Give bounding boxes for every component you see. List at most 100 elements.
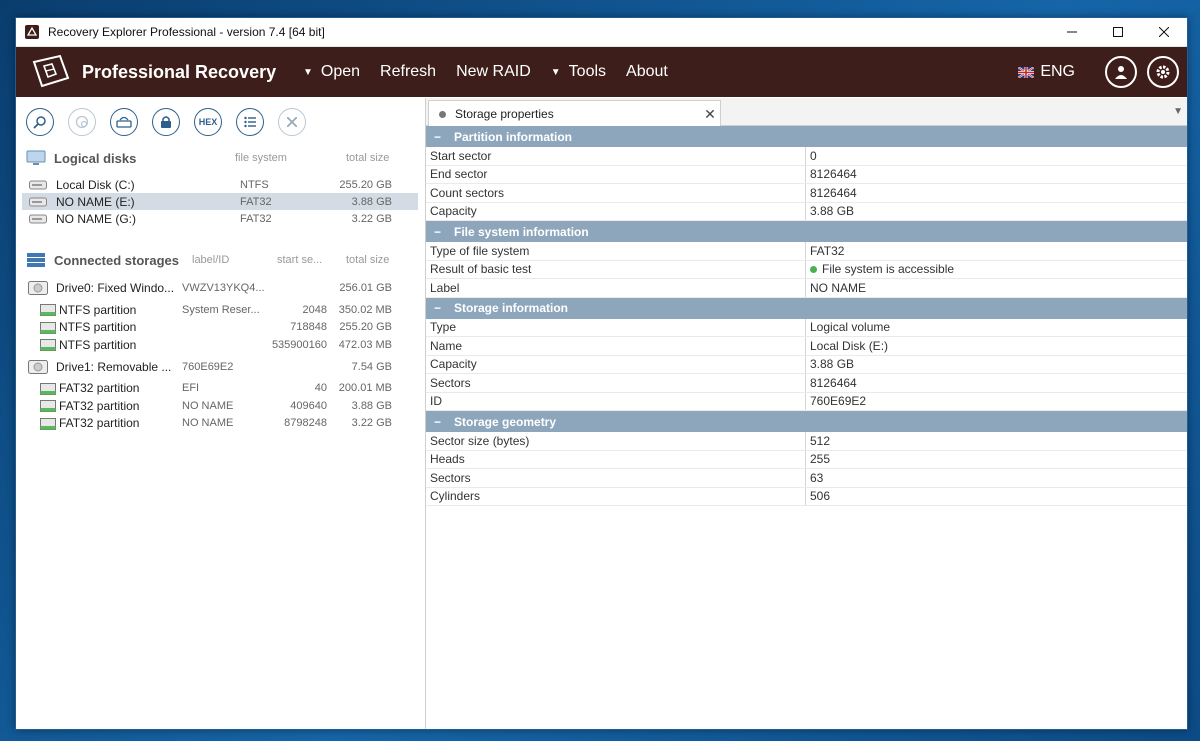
property-row[interactable]: Heads 255	[426, 450, 1187, 469]
tab-label: Storage properties	[455, 107, 554, 121]
property-row[interactable]: Type of file system FAT32	[426, 242, 1187, 261]
partition-total-size: 3.88 GB	[351, 399, 392, 412]
property-row[interactable]: Capacity 3.88 GB	[426, 202, 1187, 221]
disk-name: Local Disk (C:)	[56, 177, 135, 192]
property-row[interactable]: Cylinders 506	[426, 487, 1187, 506]
menu-refresh[interactable]: Refresh	[380, 63, 436, 81]
lock-button[interactable]	[152, 108, 180, 136]
menu-about[interactable]: About	[626, 63, 668, 81]
logical-disk-row[interactable]: NO NAME (G:) FAT32 3.22 GB	[22, 210, 418, 227]
search-button[interactable]	[26, 108, 54, 136]
partition-row[interactable]: FAT32 partition NO NAME 409640 3.88 GB	[22, 397, 418, 415]
logical-disks-title: Logical disks	[54, 150, 137, 166]
section-header[interactable]: − Partition information	[426, 126, 1187, 147]
collapse-minus-icon[interactable]: −	[434, 301, 454, 315]
app-window: Recovery Explorer Professional - version…	[15, 17, 1188, 730]
property-key: Type of file system	[426, 242, 806, 260]
property-row[interactable]: Start sector 0	[426, 147, 1187, 166]
partition-total-size: 200.01 MB	[338, 382, 392, 395]
scan-button[interactable]	[68, 108, 96, 136]
main-body: HEX Logical disks file system total size…	[16, 98, 1187, 729]
window-title: Recovery Explorer Professional - version…	[48, 25, 325, 39]
partition-total-size: 350.02 MB	[338, 303, 392, 316]
dropdown-arrow-icon: ▼	[303, 66, 313, 78]
disk-name: NO NAME (E:)	[56, 194, 135, 209]
property-row[interactable]: End sector 8126464	[426, 165, 1187, 184]
minimize-button[interactable]	[1049, 18, 1095, 47]
menu-tools[interactable]: ▼ Tools	[551, 63, 606, 81]
partition-row[interactable]: FAT32 partition NO NAME 8798248 3.22 GB	[22, 415, 418, 433]
settings-button[interactable]	[1147, 56, 1179, 88]
partition-name: FAT32 partition	[59, 416, 140, 431]
logical-disk-row[interactable]: Local Disk (C:) NTFS 255.20 GB	[22, 176, 418, 193]
close-window-button[interactable]	[1141, 18, 1187, 47]
col-label-id: label/ID	[192, 254, 230, 266]
disk-file-system: FAT32	[240, 195, 272, 208]
partition-name: NTFS partition	[59, 302, 137, 317]
right-panel: Storage properties ✕ ▼ − Partition inform…	[426, 98, 1187, 729]
partition-row[interactable]: NTFS partition 535900160 472.03 MB	[22, 336, 418, 354]
right-menu: ENG	[1018, 56, 1179, 88]
property-value: 0	[810, 148, 817, 163]
collapse-minus-icon[interactable]: −	[434, 415, 454, 429]
partition-row[interactable]: NTFS partition 718848 255.20 GB	[22, 319, 418, 337]
section-header[interactable]: − Storage geometry	[426, 411, 1187, 432]
main-menu: ▼ Open Refresh New RAID ▼ Tools About	[303, 63, 688, 81]
tab-menu-chevron-icon[interactable]: ▼	[1173, 106, 1183, 117]
disk-total-size: 255.20 GB	[339, 178, 392, 191]
property-row[interactable]: ID 760E69E2	[426, 392, 1187, 411]
property-row[interactable]: Label NO NAME	[426, 279, 1187, 298]
property-value: NO NAME	[810, 280, 867, 295]
partition-icon	[40, 304, 56, 319]
logical-disk-row[interactable]: NO NAME (E:) FAT32 3.88 GB	[22, 193, 418, 210]
partition-row[interactable]: FAT32 partition EFI 40 200.01 MB	[22, 380, 418, 398]
app-icon	[24, 24, 40, 40]
section-header[interactable]: − Storage information	[426, 297, 1187, 319]
property-row[interactable]: Capacity 3.88 GB	[426, 355, 1187, 374]
property-key: Sectors	[426, 374, 806, 392]
col-total-size: total size	[346, 254, 390, 266]
partition-start-sector: 409640	[290, 399, 327, 412]
drive-row[interactable]: Drive1: Removable ... 760E69E2 7.54 GB	[22, 357, 418, 377]
partition-label: System Reser...	[182, 303, 260, 316]
property-row[interactable]: Sectors 63	[426, 469, 1187, 488]
section-header[interactable]: − File system information	[426, 221, 1187, 242]
property-key: Cylinders	[426, 487, 806, 505]
property-key: Count sectors	[426, 184, 806, 202]
partition-start-sector: 2048	[302, 303, 327, 316]
maximize-button[interactable]	[1095, 18, 1141, 47]
drive-total-size: 256.01 GB	[339, 282, 392, 294]
menu-open[interactable]: ▼ Open	[303, 63, 360, 81]
disk-image-icon	[116, 116, 132, 128]
list-view-button[interactable]	[236, 108, 264, 136]
property-row[interactable]: Sectors 8126464	[426, 374, 1187, 393]
account-button[interactable]	[1105, 56, 1137, 88]
tab-storage-properties[interactable]: Storage properties ✕	[428, 100, 721, 127]
partition-row[interactable]: NTFS partition System Reser... 2048 350.02 …	[22, 301, 418, 319]
drive-icon	[28, 179, 48, 193]
menu-label: Open	[320, 63, 361, 80]
property-key: Start sector	[426, 147, 806, 165]
property-row[interactable]: Sector size (bytes) 512	[426, 432, 1187, 451]
collapse-minus-icon[interactable]: −	[434, 130, 454, 144]
property-value: 8126464	[810, 185, 857, 200]
property-row[interactable]: Type Logical volume	[426, 318, 1187, 337]
property-value: 760E69E2	[810, 394, 867, 409]
hex-view-button[interactable]: HEX	[194, 108, 222, 136]
close-button[interactable]	[278, 108, 306, 136]
menu-new-raid[interactable]: New RAID	[456, 63, 531, 81]
close-tab-icon[interactable]: ✕	[700, 106, 720, 123]
create-image-button[interactable]	[110, 108, 138, 136]
drive-total-size: 7.54 GB	[351, 360, 392, 373]
drive-row[interactable]: Drive0: Fixed Windo... VWZV13YKQ4... 256.0…	[22, 278, 418, 298]
property-row[interactable]: Name Local Disk (E:)	[426, 337, 1187, 356]
collapse-minus-icon[interactable]: −	[434, 225, 454, 239]
property-row[interactable]: Result of basic test File system is acces…	[426, 260, 1187, 279]
partition-name: NTFS partition	[59, 337, 137, 352]
property-row[interactable]: Count sectors 8126464	[426, 184, 1187, 203]
language-selector[interactable]: ENG	[1018, 63, 1075, 81]
dropdown-arrow-icon: ▼	[550, 66, 561, 78]
partition-total-size: 472.03 MB	[338, 338, 392, 351]
property-key: Name	[426, 337, 806, 355]
menu-label: Tools	[568, 63, 607, 80]
